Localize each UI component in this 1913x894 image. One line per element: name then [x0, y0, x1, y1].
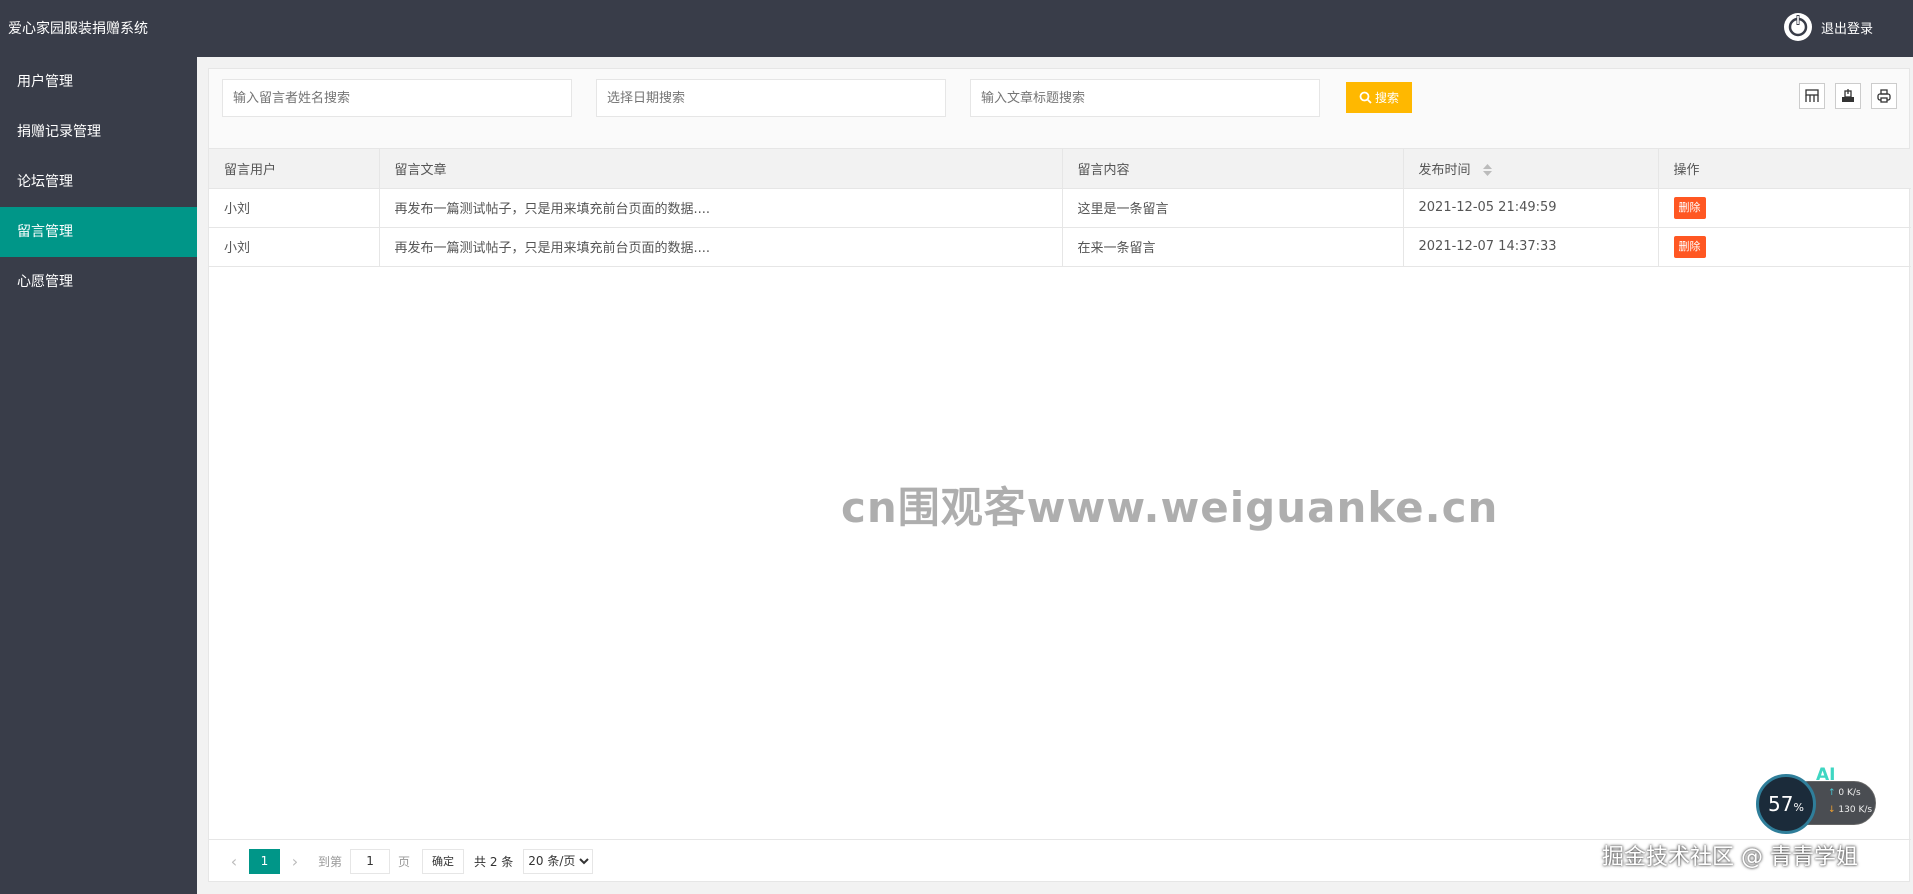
goto-label: 到第	[318, 854, 343, 869]
sidebar-item-forum[interactable]: 论坛管理	[0, 157, 197, 207]
sidebar-item-donations[interactable]: 捐赠记录管理	[0, 107, 197, 157]
cell-article: 再发布一篇测试帖子，只是用来填充前台页面的数据....	[379, 188, 1063, 228]
download-rate: ↓ 130 K/s	[1828, 805, 1872, 815]
prev-page-icon[interactable]: ‹	[219, 852, 249, 871]
sort-icon[interactable]	[1482, 164, 1492, 177]
top-header: 爱心家园服装捐赠系统 退出登录	[0, 0, 1913, 57]
attribution-text: 掘金技术社区 @ 青青学姐	[1602, 845, 1858, 870]
sidebar-item-users[interactable]: 用户管理	[0, 57, 197, 107]
cell-time: 2021-12-05 21:49:59	[1403, 188, 1659, 228]
column-header-time-label: 发布时间	[1418, 162, 1471, 178]
download-rate-value: 130 K/s	[1838, 805, 1873, 815]
search-icon	[1359, 91, 1372, 104]
cell-action: 删除	[1658, 188, 1911, 228]
column-header-user: 留言用户	[209, 149, 380, 189]
usage-percent-sign: %	[1793, 800, 1804, 814]
table-row: 小刘 再发布一篇测试帖子，只是用来填充前台页面的数据.... 这里是一条留言 2…	[209, 188, 1911, 228]
column-header-action: 操作	[1658, 149, 1911, 189]
cell-action: 删除	[1658, 227, 1911, 267]
upload-rate: ↑ 0 K/s	[1828, 788, 1861, 798]
total-count: 共 2 条	[474, 854, 514, 869]
cell-content: 在来一条留言	[1062, 227, 1404, 267]
export-icon[interactable]	[1835, 83, 1861, 109]
usage-percent: 57	[1768, 792, 1794, 816]
app-title: 爱心家园服装捐赠系统	[8, 21, 148, 37]
sidebar: 用户管理 捐赠记录管理 论坛管理 留言管理 心愿管理	[0, 57, 197, 894]
search-button[interactable]: 搜索	[1346, 82, 1412, 113]
page-size-select[interactable]: 20 条/页	[523, 848, 594, 874]
next-page-icon[interactable]: ›	[280, 852, 310, 871]
cell-time: 2021-12-07 14:37:33	[1403, 227, 1659, 267]
page-unit-label: 页	[398, 854, 411, 869]
cell-content: 这里是一条留言	[1062, 188, 1404, 228]
watermark-text: cn围观客www.weiguanke.cn	[841, 483, 1499, 532]
content-panel: 搜索	[208, 68, 1911, 882]
power-icon	[1783, 13, 1812, 41]
cell-user: 小刘	[209, 227, 380, 267]
column-header-time[interactable]: 发布时间	[1403, 149, 1659, 189]
table-header-row: 留言用户 留言文章 留言内容 发布时间 操作	[209, 149, 1911, 189]
download-arrow-icon: ↓	[1828, 805, 1836, 815]
column-header-article: 留言文章	[379, 149, 1063, 189]
cell-article: 再发布一篇测试帖子，只是用来填充前台页面的数据....	[379, 227, 1063, 267]
cell-user: 小刘	[209, 188, 380, 228]
logout-label: 退出登录	[1820, 21, 1873, 37]
sidebar-item-wishes[interactable]: 心愿管理	[0, 257, 197, 307]
messages-table: 留言用户 留言文章 留言内容 发布时间 操作 小刘 再发布一篇测试帖子，只是用来…	[209, 149, 1911, 267]
current-page-button[interactable]: 1	[249, 848, 280, 874]
print-icon[interactable]	[1871, 83, 1897, 109]
table-row: 小刘 再发布一篇测试帖子，只是用来填充前台页面的数据.... 在来一条留言 20…	[209, 227, 1911, 267]
upload-rate-value: 0 K/s	[1838, 788, 1861, 798]
logout-button[interactable]: 退出登录	[1783, 12, 1873, 42]
goto-confirm-button[interactable]: 确定	[422, 848, 465, 874]
search-toolbar: 搜索	[209, 69, 1909, 149]
usage-gauge: 57%	[1756, 774, 1816, 834]
sidebar-item-messages[interactable]: 留言管理	[0, 207, 197, 257]
network-monitor-widget[interactable]: AI 57% ↑ 0 K/s ↓ 130 K/s	[1756, 765, 1878, 834]
date-search-input[interactable]	[596, 79, 946, 117]
columns-icon[interactable]	[1799, 83, 1825, 109]
delete-button[interactable]: 删除	[1673, 196, 1706, 219]
title-search-input[interactable]	[970, 79, 1320, 117]
goto-page-input[interactable]	[350, 848, 391, 874]
name-search-input[interactable]	[222, 79, 572, 117]
delete-button[interactable]: 删除	[1673, 235, 1706, 258]
column-header-content: 留言内容	[1062, 149, 1404, 189]
upload-arrow-icon: ↑	[1828, 788, 1836, 798]
main-content: 搜索	[197, 57, 1913, 894]
search-button-label: 搜索	[1374, 91, 1399, 105]
